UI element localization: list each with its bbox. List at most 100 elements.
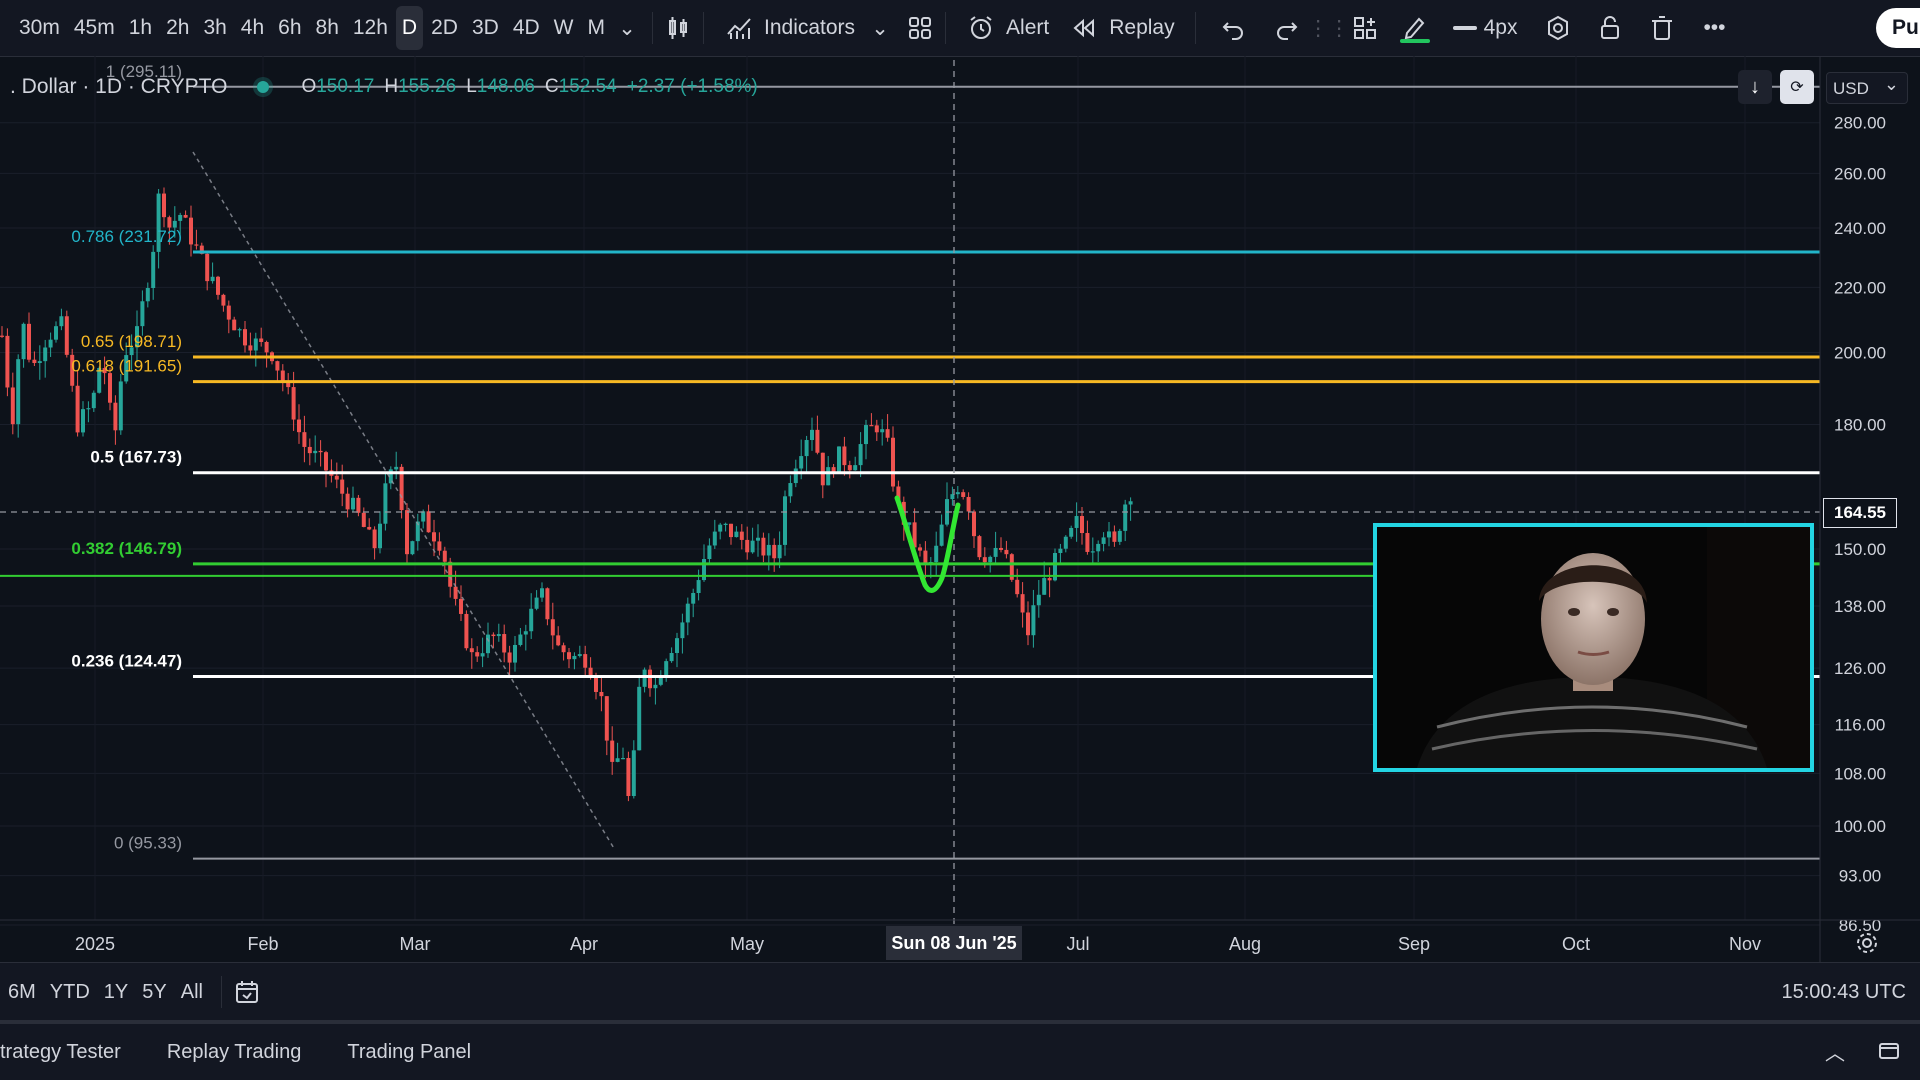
price-chart[interactable]: 1 (295.11)0.786 (231.72)0.65 (198.71)0.6… bbox=[0, 56, 1920, 962]
candle-body bbox=[961, 492, 966, 497]
candle-body bbox=[820, 452, 825, 486]
candle-body bbox=[480, 653, 485, 657]
fib-level-label: 0.5 (167.73) bbox=[90, 448, 182, 467]
candle-body bbox=[513, 644, 517, 663]
indicators-button[interactable]: Indicators bbox=[714, 6, 865, 50]
price-tick-label: 260.00 bbox=[1834, 164, 1886, 183]
time-tick-label: May bbox=[730, 934, 764, 954]
candle-body bbox=[691, 592, 696, 604]
interval-4d[interactable]: 4D bbox=[507, 6, 546, 50]
range-6m[interactable]: 6M bbox=[8, 981, 36, 1004]
utc-clock[interactable]: 15:00:43 UTC bbox=[1781, 963, 1906, 1021]
drag-handle-icon[interactable]: ⋮⋮ bbox=[1308, 13, 1350, 43]
interval-dropdown-icon[interactable]: ⌄ bbox=[612, 13, 642, 43]
interval-2d[interactable]: 2D bbox=[425, 6, 464, 50]
candle-body bbox=[556, 635, 561, 646]
indicators-icon bbox=[724, 13, 754, 43]
candle-body bbox=[5, 335, 10, 388]
interval-45m[interactable]: 45m bbox=[68, 6, 121, 50]
chart-settings-gear-icon[interactable] bbox=[1852, 928, 1882, 958]
candle-body bbox=[248, 345, 253, 351]
candle-body bbox=[405, 510, 409, 555]
settings-icon[interactable] bbox=[1543, 13, 1573, 43]
candle-body bbox=[459, 598, 463, 614]
indicators-dropdown-icon[interactable]: ⌄ bbox=[865, 13, 895, 43]
maximize-panel-icon[interactable] bbox=[1874, 1036, 1904, 1066]
candle-body bbox=[707, 545, 712, 560]
alert-button[interactable]: Alert bbox=[956, 6, 1059, 50]
calendar-icon[interactable] bbox=[232, 977, 262, 1007]
ohlc-legend: . Dollar · 1D · CRYPTO O 150.17 H 155.26 L… bbox=[0, 72, 758, 102]
line-width-label[interactable]: 4px bbox=[1484, 16, 1518, 40]
interval-6h[interactable]: 6h bbox=[272, 6, 307, 50]
panel-tab-1[interactable]: Replay Trading bbox=[167, 1041, 302, 1064]
price-tick-label: 138.00 bbox=[1834, 597, 1886, 616]
candle-body bbox=[642, 669, 647, 687]
candle-body bbox=[151, 251, 156, 289]
layout-grid-icon[interactable] bbox=[905, 13, 935, 43]
panel-tab-list: trategy Tester Replay Trading Trading Pane… bbox=[0, 1041, 517, 1064]
line-width-icon[interactable] bbox=[1450, 13, 1480, 43]
interval-2h[interactable]: 2h bbox=[160, 6, 195, 50]
range-1y[interactable]: 1Y bbox=[104, 981, 128, 1004]
replay-button[interactable]: Replay bbox=[1059, 6, 1184, 50]
scroll-to-latest-icon[interactable]: ↓ bbox=[1738, 70, 1772, 104]
candle-body bbox=[1101, 537, 1106, 544]
interval-w[interactable]: W bbox=[548, 6, 580, 50]
candle-body bbox=[21, 323, 26, 360]
candle-body bbox=[540, 588, 544, 598]
collapse-panel-icon[interactable]: ︿ bbox=[1820, 1036, 1850, 1066]
interval-4h[interactable]: 4h bbox=[235, 6, 270, 50]
currency-select[interactable]: USD bbox=[1826, 68, 1908, 104]
pencil-icon[interactable] bbox=[1399, 13, 1430, 43]
interval-m[interactable]: M bbox=[582, 6, 612, 50]
low-value: 148.06 bbox=[476, 76, 535, 97]
candle-body bbox=[734, 531, 739, 538]
candle-body bbox=[869, 425, 874, 427]
symbol-title[interactable]: . Dollar · 1D · CRYPTO bbox=[10, 75, 227, 99]
auto-scale-icon[interactable]: ⟳ bbox=[1780, 70, 1814, 104]
more-icon[interactable]: ••• bbox=[1699, 13, 1729, 43]
range-all[interactable]: All bbox=[181, 981, 203, 1004]
interval-30m[interactable]: 30m bbox=[13, 6, 66, 50]
interval-8h[interactable]: 8h bbox=[310, 6, 345, 50]
candle-body bbox=[874, 425, 879, 433]
publish-button[interactable]: Pu bbox=[1876, 8, 1920, 48]
undo-icon[interactable] bbox=[1218, 13, 1248, 43]
close-value: 152.54 bbox=[558, 76, 617, 97]
candle-body bbox=[75, 385, 80, 433]
candle-body bbox=[972, 511, 976, 537]
candle-body bbox=[847, 465, 852, 471]
change-value: +2.37 (+1.58%) bbox=[626, 76, 758, 97]
webcam-overlay bbox=[1373, 523, 1814, 772]
candle-body bbox=[313, 450, 318, 454]
object-tree-icon[interactable] bbox=[1350, 13, 1380, 43]
panel-tab-2[interactable]: Trading Panel bbox=[347, 1041, 471, 1064]
candle-body bbox=[815, 429, 820, 453]
interval-12h[interactable]: 12h bbox=[347, 6, 394, 50]
candle-body bbox=[1058, 548, 1063, 554]
candle-body bbox=[788, 483, 793, 497]
open-key: O bbox=[301, 76, 317, 97]
candle-body bbox=[864, 425, 868, 445]
candle-style-icon[interactable] bbox=[663, 13, 693, 43]
fib-level-label: 0.65 (198.71) bbox=[81, 332, 182, 351]
current-price-label: 164.55 bbox=[1823, 498, 1897, 528]
interval-3d[interactable]: 3D bbox=[466, 6, 505, 50]
trash-icon[interactable] bbox=[1647, 13, 1677, 43]
interval-d[interactable]: D bbox=[395, 6, 424, 50]
interval-1h[interactable]: 1h bbox=[123, 6, 158, 50]
candle-body bbox=[232, 319, 237, 331]
lock-icon[interactable] bbox=[1595, 13, 1625, 43]
toolbar-divider bbox=[220, 976, 222, 1008]
range-5y[interactable]: 5Y bbox=[142, 981, 166, 1004]
candle-body bbox=[178, 214, 183, 221]
panel-tab-0[interactable]: trategy Tester bbox=[0, 1041, 121, 1064]
price-tick-label: 108.00 bbox=[1834, 764, 1886, 783]
candle-body bbox=[32, 359, 37, 364]
redo-icon[interactable] bbox=[1272, 13, 1302, 43]
candle-body bbox=[804, 440, 809, 457]
interval-3h[interactable]: 3h bbox=[197, 6, 232, 50]
candle-body bbox=[318, 450, 323, 453]
range-ytd[interactable]: YTD bbox=[50, 981, 90, 1004]
